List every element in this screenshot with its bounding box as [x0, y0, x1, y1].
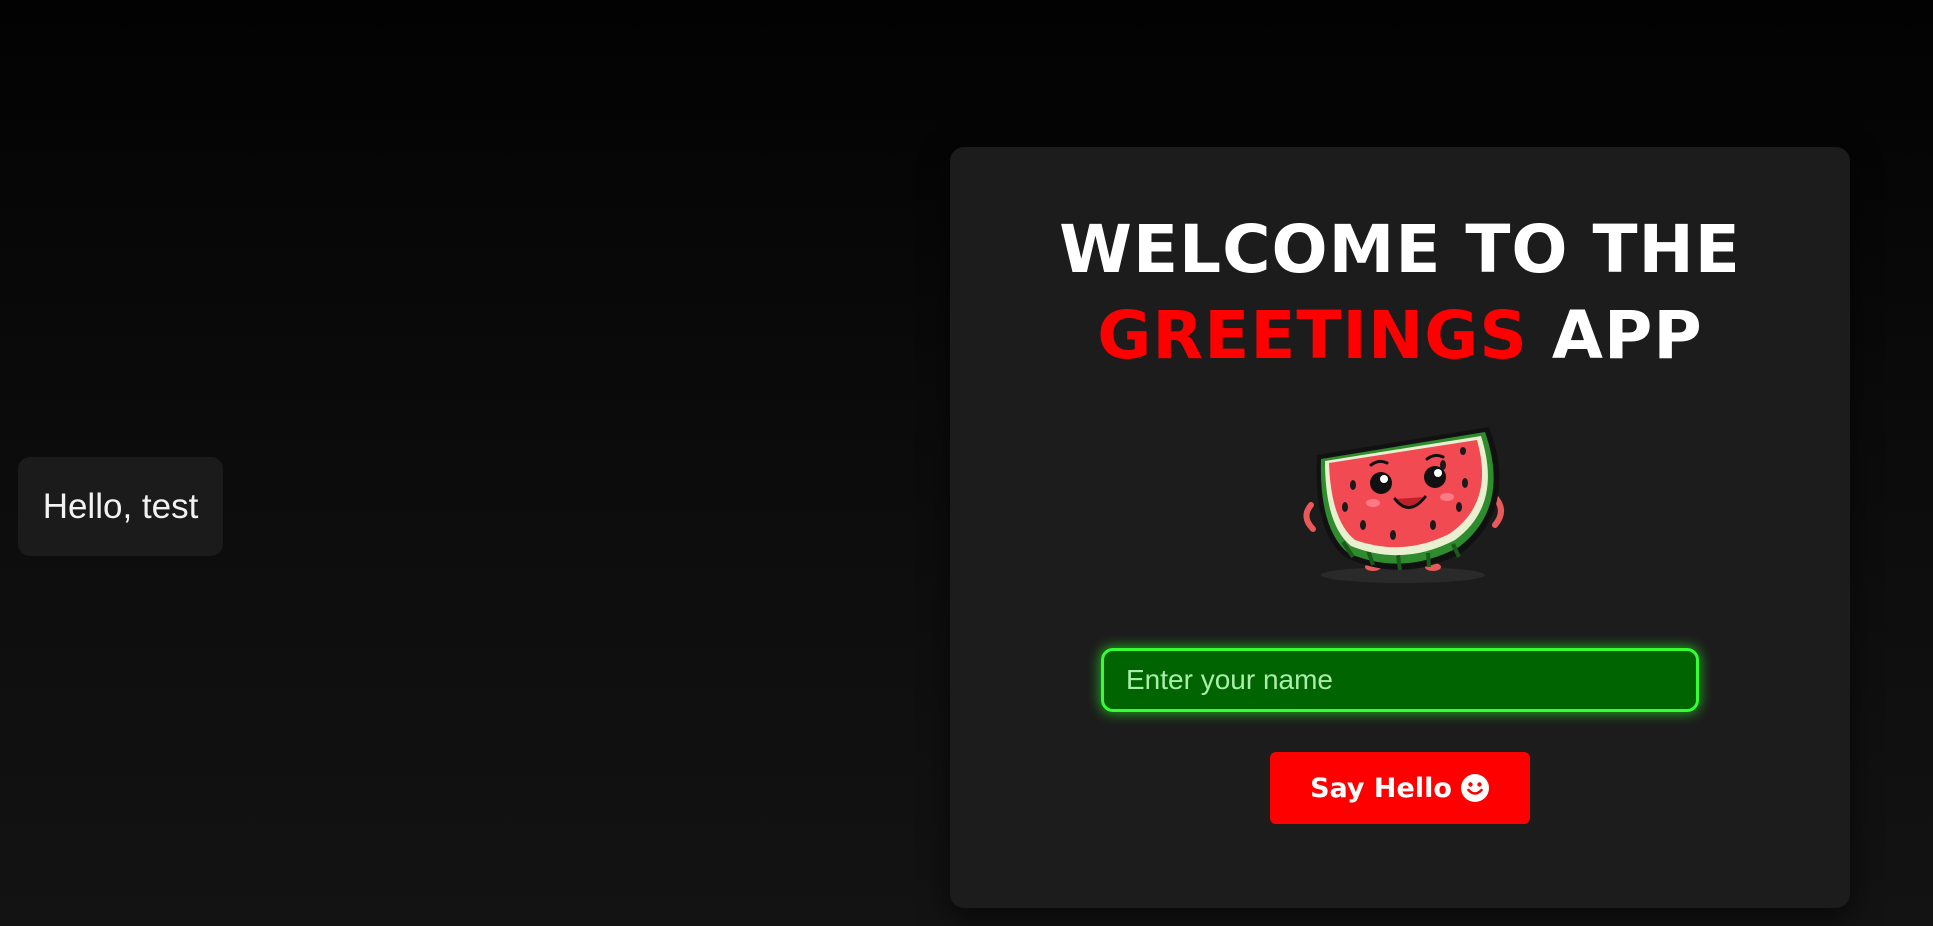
- title-accent: GREETINGS: [1097, 297, 1528, 374]
- smile-icon: [1460, 773, 1490, 803]
- greetings-card: WELCOME TO THE GREETINGS APP Enter your …: [950, 147, 1850, 908]
- name-input[interactable]: [1101, 648, 1699, 712]
- say-hello-button[interactable]: Say Hello: [1270, 752, 1530, 824]
- page-title: WELCOME TO THE GREETINGS APP: [950, 207, 1850, 379]
- greeting-toast: Hello, test: [18, 457, 223, 556]
- title-line-2: GREETINGS APP: [950, 293, 1850, 379]
- say-hello-label: Say Hello: [1310, 772, 1452, 804]
- title-line-1: WELCOME TO THE: [1059, 211, 1741, 288]
- title-suffix: APP: [1551, 297, 1703, 374]
- watermelon-mascot-icon: [1283, 407, 1523, 587]
- greeting-message: Hello, test: [42, 486, 199, 526]
